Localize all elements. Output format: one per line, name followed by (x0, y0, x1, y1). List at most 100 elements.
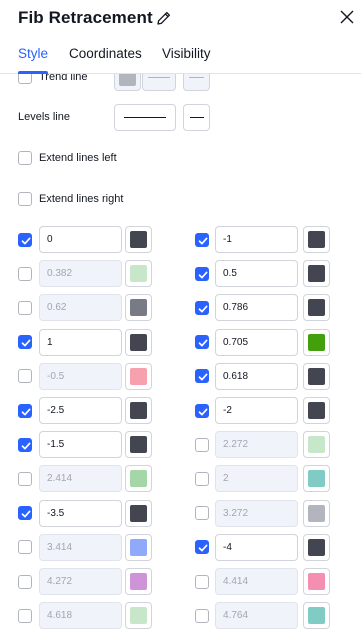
level-color-button[interactable] (125, 499, 152, 527)
level-value-input[interactable]: 0 (39, 226, 122, 253)
level-checkbox[interactable] (18, 403, 32, 418)
level-checkbox[interactable] (18, 471, 32, 486)
level-color-button[interactable] (125, 362, 152, 390)
level-checkbox[interactable] (18, 266, 32, 281)
level-color-button[interactable] (125, 260, 152, 288)
level-color-button[interactable] (303, 397, 330, 424)
level-value-input[interactable]: 2.414 (39, 465, 122, 493)
level-color-button[interactable] (303, 362, 330, 390)
level-value-input[interactable]: 3.272 (215, 499, 298, 527)
level-color-swatch (308, 573, 325, 590)
level-checkbox[interactable] (18, 300, 32, 315)
pencil-icon[interactable] (155, 9, 173, 27)
level-color-swatch (308, 538, 325, 556)
level-value-input[interactable]: -3.5 (39, 499, 122, 527)
level-color-button[interactable] (303, 602, 330, 630)
level-color-swatch (130, 504, 147, 522)
level-color-button[interactable] (125, 226, 152, 253)
level-checkbox[interactable] (18, 369, 32, 384)
level-checkbox[interactable] (195, 608, 209, 623)
tab-visibility[interactable]: Visibility (162, 46, 211, 61)
level-checkbox[interactable] (195, 369, 209, 384)
extend-right-checkbox[interactable] (18, 192, 32, 206)
level-value-input[interactable]: 0.786 (215, 294, 298, 322)
level-checkbox[interactable] (195, 403, 209, 418)
level-value-input[interactable]: -0.5 (39, 362, 122, 390)
level-value-input[interactable]: 2 (215, 465, 298, 493)
level-color-swatch (130, 402, 147, 419)
level-color-swatch (308, 333, 325, 351)
level-checkbox[interactable] (195, 437, 209, 452)
level-color-swatch (308, 299, 325, 317)
level-checkbox[interactable] (195, 266, 209, 281)
level-checkbox[interactable] (195, 335, 209, 350)
level-checkbox[interactable] (18, 437, 32, 452)
level-color-button[interactable] (125, 328, 152, 356)
level-color-button[interactable] (303, 499, 330, 527)
level-checkbox[interactable] (195, 540, 209, 555)
line-width-icon (190, 117, 204, 118)
level-color-button[interactable] (125, 568, 152, 595)
level-value-input[interactable]: 3.414 (39, 533, 122, 561)
trend-line-color-swatch (119, 74, 136, 86)
extend-left-checkbox[interactable] (18, 151, 32, 165)
level-value-input[interactable]: 1 (39, 328, 122, 356)
level-checkbox[interactable] (18, 608, 32, 623)
line-style-icon (148, 77, 170, 78)
level-color-button[interactable] (303, 226, 330, 253)
level-color-button[interactable] (125, 602, 152, 630)
level-value-input[interactable]: 4.764 (215, 602, 298, 630)
level-checkbox[interactable] (195, 300, 209, 315)
level-color-swatch (130, 607, 147, 625)
level-value-input[interactable]: -2.5 (39, 397, 122, 424)
level-color-button[interactable] (303, 533, 330, 561)
trend-line-style-button[interactable] (142, 74, 176, 91)
tab-style[interactable]: Style (18, 46, 48, 61)
level-checkbox[interactable] (18, 574, 32, 589)
level-color-button[interactable] (303, 260, 330, 288)
level-color-button[interactable] (303, 568, 330, 595)
level-checkbox[interactable] (195, 232, 209, 247)
level-checkbox[interactable] (195, 471, 209, 486)
level-color-button[interactable] (125, 294, 152, 322)
level-value-input[interactable]: 0.382 (39, 260, 122, 288)
level-value-input[interactable]: 0.5 (215, 260, 298, 288)
level-value-input[interactable]: -2 (215, 397, 298, 424)
level-value-input[interactable]: 2.272 (215, 431, 298, 459)
level-color-button[interactable] (125, 465, 152, 493)
level-value-input[interactable]: 4.414 (215, 568, 298, 595)
level-value-input[interactable]: 0.705 (215, 328, 298, 356)
level-color-button[interactable] (125, 397, 152, 424)
level-color-button[interactable] (303, 431, 330, 459)
level-color-button[interactable] (125, 431, 152, 459)
level-color-button[interactable] (303, 465, 330, 493)
level-value-input[interactable]: 0.618 (215, 362, 298, 390)
level-checkbox[interactable] (195, 506, 209, 521)
level-checkbox[interactable] (18, 506, 32, 521)
level-value-input[interactable]: -1 (215, 226, 298, 253)
level-color-button[interactable] (125, 533, 152, 561)
trend-line-width-button[interactable] (183, 74, 210, 91)
level-checkbox[interactable] (18, 232, 32, 247)
level-color-swatch (308, 265, 325, 283)
level-color-swatch (308, 436, 325, 454)
tab-coordinates[interactable]: Coordinates (69, 46, 142, 61)
trend-line-color-button[interactable] (114, 74, 141, 91)
level-value-input[interactable]: 4.272 (39, 568, 122, 595)
level-color-button[interactable] (303, 294, 330, 322)
level-checkbox[interactable] (195, 574, 209, 589)
levels-line-width-button[interactable] (183, 104, 210, 131)
level-color-swatch (130, 367, 147, 385)
level-color-button[interactable] (303, 328, 330, 356)
level-value-input[interactable]: 4.618 (39, 602, 122, 630)
level-value-input[interactable]: -1.5 (39, 431, 122, 459)
level-checkbox[interactable] (18, 335, 32, 350)
tab-bar: Style Coordinates Visibility (0, 38, 361, 74)
line-width-icon (189, 77, 204, 78)
trend-line-checkbox[interactable] (18, 74, 32, 84)
levels-line-style-button[interactable] (114, 104, 176, 131)
level-value-input[interactable]: -4 (215, 533, 298, 561)
level-checkbox[interactable] (18, 540, 32, 555)
level-value-input[interactable]: 0.62 (39, 294, 122, 322)
close-icon[interactable] (339, 9, 355, 25)
